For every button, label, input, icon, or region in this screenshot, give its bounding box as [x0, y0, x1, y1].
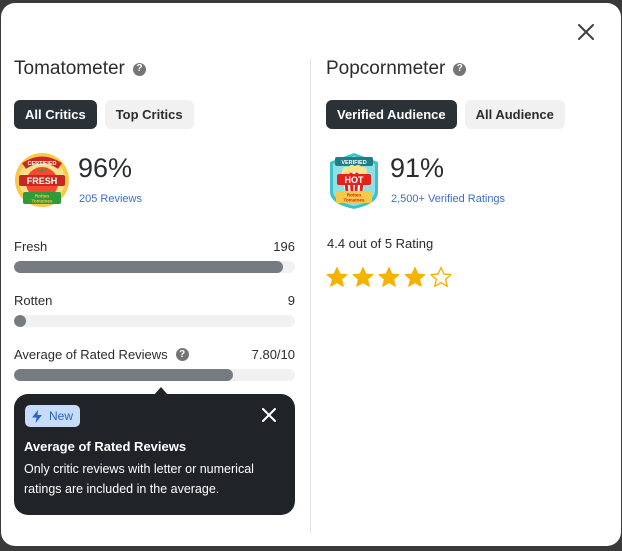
- tab-all-critics[interactable]: All Critics: [14, 100, 97, 129]
- star-filled-icon: [378, 267, 400, 287]
- rotten-label: Rotten: [14, 293, 53, 308]
- average-label: Average of Rated Reviews: [14, 347, 168, 362]
- certified-fresh-badge-icon: CERTIFIED FRESH Rotten Tomatoes: [15, 153, 69, 207]
- rotten-bar-fill: [14, 315, 27, 327]
- star-filled-icon: [352, 267, 374, 287]
- audience-tabs: Verified Audience All Audience: [326, 100, 565, 129]
- tomatometer-title: Tomatometer: [14, 58, 125, 79]
- average-label-row: Average of Rated Reviews ?: [14, 347, 189, 362]
- verified-ratings-link[interactable]: 2,500+ Verified Ratings: [391, 193, 505, 205]
- reviews-link[interactable]: 205 Reviews: [79, 193, 142, 205]
- help-icon[interactable]: ?: [453, 62, 467, 76]
- popcornmeter-title: Popcornmeter: [326, 58, 446, 79]
- verified-hot-badge-icon: VERIFIED HOT Rotten Tomatoes: [330, 153, 378, 209]
- average-tooltip: New Average of Rated Reviews Only critic…: [14, 387, 295, 515]
- rotten-bar: [14, 315, 295, 327]
- tooltip-close-icon[interactable]: [262, 408, 276, 422]
- average-bar: [14, 369, 295, 381]
- fresh-count: 196: [273, 239, 295, 254]
- rating-text: 4.4 out of 5 Rating: [327, 236, 434, 251]
- tab-verified-audience[interactable]: Verified Audience: [326, 100, 457, 129]
- svg-text:VERIFIED: VERIFIED: [341, 160, 366, 166]
- tab-top-critics[interactable]: Top Critics: [104, 100, 194, 129]
- average-bar-fill: [14, 369, 234, 381]
- star-filled-icon: [404, 267, 426, 287]
- help-icon[interactable]: ?: [132, 62, 146, 76]
- score-details-modal: Tomatometer ? All Critics Top Critics CE…: [1, 3, 621, 546]
- tooltip-body: Only critic reviews with letter or numer…: [24, 462, 254, 496]
- new-badge: New: [25, 405, 81, 427]
- svg-text:HOT: HOT: [345, 175, 365, 185]
- lightning-icon: [32, 409, 42, 423]
- fresh-bar-fill: [14, 261, 283, 273]
- tomatometer-heading: Tomatometer ?: [14, 58, 146, 80]
- average-value: 7.80/10: [251, 347, 295, 362]
- svg-text:CERTIFIED: CERTIFIED: [27, 161, 56, 167]
- tomatometer-score: 96%: [78, 153, 133, 183]
- star-empty-icon: [430, 266, 452, 287]
- help-icon[interactable]: ?: [175, 348, 189, 361]
- fresh-label: Fresh: [14, 239, 48, 254]
- svg-text:FRESH: FRESH: [27, 176, 58, 186]
- close-icon[interactable]: [575, 21, 597, 43]
- column-divider: [310, 59, 311, 533]
- popcornmeter-score: 91%: [390, 153, 445, 183]
- star-filled-icon: [326, 267, 348, 287]
- fresh-bar: [14, 261, 295, 273]
- new-badge-label: New: [49, 409, 74, 423]
- critics-tabs: All Critics Top Critics: [14, 100, 194, 129]
- svg-text:Tomatoes: Tomatoes: [344, 198, 365, 203]
- tab-all-audience[interactable]: All Audience: [464, 100, 565, 129]
- rotten-count: 9: [287, 293, 295, 308]
- svg-text:Tomatoes: Tomatoes: [32, 199, 53, 204]
- popcornmeter-heading: Popcornmeter ?: [326, 58, 467, 80]
- tooltip-arrow: [154, 387, 168, 395]
- tooltip-title: Average of Rated Reviews: [24, 439, 187, 454]
- star-rating: [326, 266, 452, 288]
